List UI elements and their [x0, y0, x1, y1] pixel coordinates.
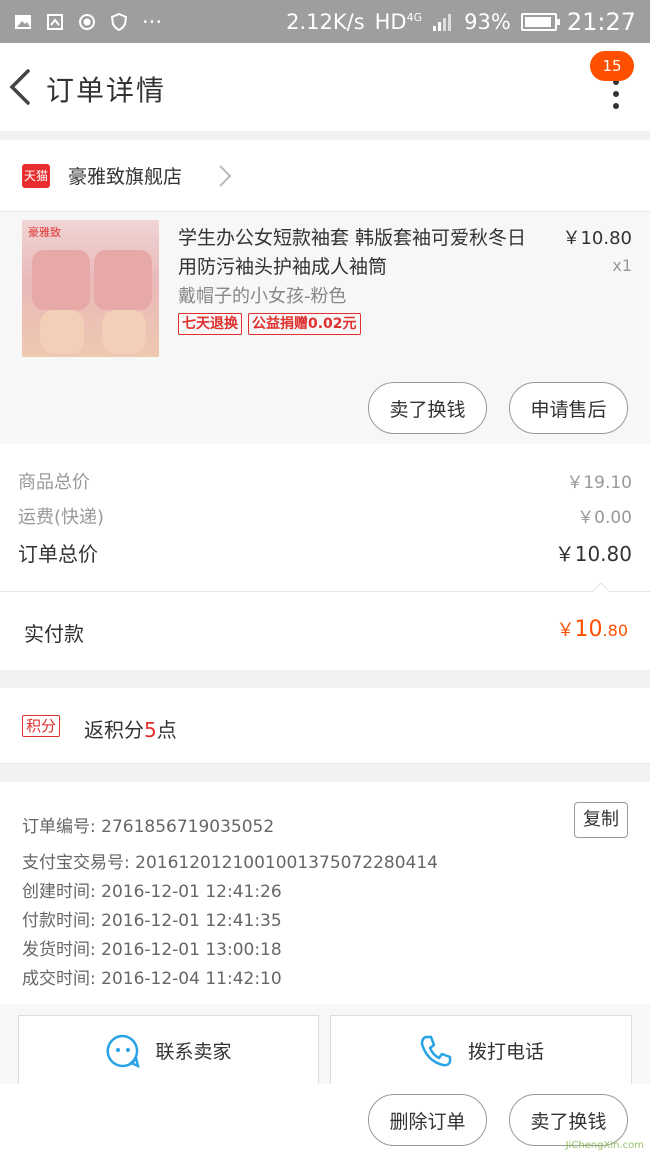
order-number: 订单编号: 2761856719035052	[22, 817, 275, 837]
contact-bar: 联系卖家 拨打电话	[0, 1004, 650, 1085]
shop-row[interactable]: 天猫 豪雅致旗舰店	[0, 140, 650, 212]
nav-bar: 订单详情 15	[0, 43, 650, 131]
product-title[interactable]: 学生办公女短款袖套 韩版套袖可爱秋冬日用防污袖头护袖成人袖筒	[178, 224, 538, 282]
battery-icon	[520, 12, 560, 31]
shipping-row: 运费(快递) ￥0.00	[18, 503, 632, 529]
product-price: ￥10.80	[562, 228, 632, 249]
thumbnail-brand: 豪雅致	[28, 226, 61, 239]
completed-time: 成交时间: 2016-12-04 11:42:10	[22, 969, 282, 989]
after-sale-button[interactable]: 申请售后	[509, 382, 628, 434]
points-text: 返积分5点	[84, 718, 177, 742]
phone-icon	[420, 1035, 452, 1066]
message-count-badge[interactable]: 15	[590, 51, 634, 81]
delete-order-button[interactable]: 删除订单	[368, 1094, 487, 1146]
status-bar: ··· 2.12K/s HD4G 93% 21:27	[0, 0, 650, 43]
alipay-trade-number: 支付宝交易号: 2016120121001001375072280414	[22, 853, 438, 873]
network-type: HD4G	[374, 9, 423, 34]
call-phone-label: 拨打电话	[467, 1041, 544, 1063]
order-item[interactable]: 豪雅致 学生办公女短款袖套 韩版套袖可爱秋冬日用防污袖头护袖成人袖筒 戴帽子的小…	[0, 212, 650, 444]
product-tags: 七天退换 公益捐赠0.02元	[178, 313, 361, 335]
call-phone-button[interactable]: 拨打电话	[330, 1015, 632, 1085]
points-row: 积分 返积分5点	[0, 688, 650, 764]
shield-icon	[110, 12, 128, 31]
copy-button[interactable]: 复制	[574, 802, 628, 838]
order-info: 订单编号: 2761856719035052 复制 支付宝交易号: 201612…	[0, 782, 650, 1004]
contact-seller-label: 联系卖家	[155, 1041, 232, 1063]
product-quantity: x1	[612, 256, 632, 275]
contact-seller-button[interactable]: 联系卖家	[18, 1015, 319, 1085]
signal-icon	[433, 13, 452, 31]
shipping-value: ￥0.00	[577, 508, 632, 528]
clock: 21:27	[566, 7, 636, 36]
order-total-value: ￥10.80	[554, 542, 632, 566]
created-time: 创建时间: 2016-12-01 12:41:26	[22, 882, 282, 902]
order-total-row: 订单总价 ￥10.80	[18, 538, 632, 567]
net-speed: 2.12K/s	[286, 9, 365, 34]
sell-for-cash-button-bottom[interactable]: 卖了换钱	[509, 1094, 628, 1146]
product-thumbnail[interactable]: 豪雅致	[22, 220, 159, 357]
chat-bubble-icon	[107, 1034, 141, 1068]
chevron-right-icon[interactable]	[218, 164, 232, 188]
goods-total-row: 商品总价 ￥19.10	[18, 468, 632, 494]
page-title: 订单详情	[46, 74, 167, 107]
shipping-label: 运费(快递)	[18, 507, 105, 528]
image-icon	[15, 14, 31, 29]
battery-percent: 93%	[464, 9, 511, 34]
points-badge: 积分	[22, 715, 61, 737]
goods-total-label: 商品总价	[18, 472, 90, 493]
shop-name[interactable]: 豪雅致旗舰店	[68, 162, 182, 189]
watermark: JiChengXin.com	[565, 1140, 644, 1151]
order-total-label: 订单总价	[18, 542, 98, 566]
screenshot-icon	[47, 13, 63, 30]
paid-label: 实付款	[24, 622, 84, 646]
back-arrow-icon[interactable]	[6, 67, 36, 107]
paid-amount: ￥10.80	[556, 617, 628, 642]
sell-for-cash-button[interactable]: 卖了换钱	[368, 382, 487, 434]
divider	[0, 591, 650, 592]
tag-return: 七天退换	[178, 313, 242, 335]
more-menu-icon[interactable]	[612, 79, 620, 109]
bottom-action-bar: 删除订单 卖了换钱 JiChengXin.com	[0, 1084, 650, 1155]
price-summary: 商品总价 ￥19.10 运费(快递) ￥0.00 订单总价 ￥10.80 实付款…	[0, 444, 650, 670]
product-sku: 戴帽子的小女孩-粉色	[178, 286, 347, 307]
more-notifications-icon: ···	[142, 9, 163, 34]
tag-charity: 公益捐赠0.02元	[248, 313, 361, 335]
tmall-logo: 天猫	[22, 164, 50, 188]
goods-total-value: ￥19.10	[566, 473, 632, 493]
paid-time: 付款时间: 2016-12-01 12:41:35	[22, 911, 282, 931]
caret-up-icon	[592, 582, 610, 592]
shipped-time: 发货时间: 2016-12-01 13:00:18	[22, 940, 282, 960]
record-icon	[79, 13, 95, 30]
